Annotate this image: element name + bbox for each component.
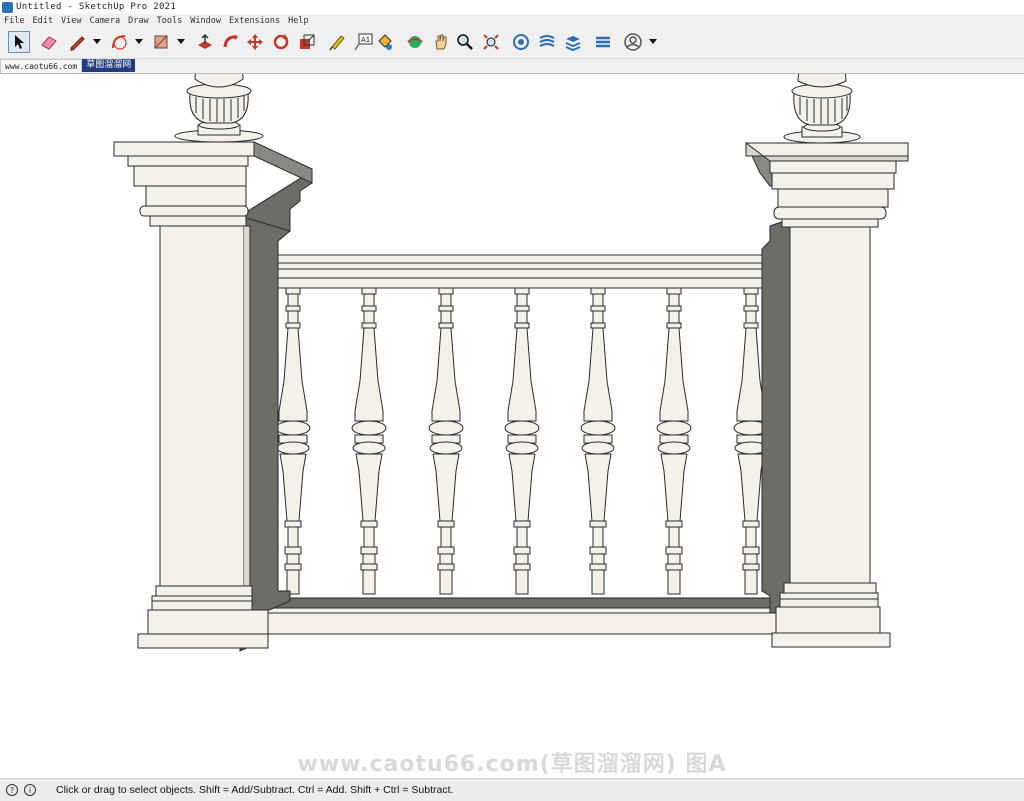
menu-file[interactable]: File [0, 16, 28, 26]
chevron-down-icon [93, 39, 101, 44]
extension-manager-icon [596, 36, 610, 48]
select-tool-button[interactable] [8, 31, 30, 53]
menu-view[interactable]: View [57, 16, 85, 26]
push-pull-icon [198, 33, 212, 49]
orbit-icon [407, 36, 423, 48]
balustrade-model [113, 74, 909, 652]
menu-bar: File Edit View Camera Draw Tools Window … [0, 14, 1024, 28]
account-icon [624, 33, 642, 51]
rectangle-tool-button[interactable] [150, 31, 172, 53]
pan-tool-button[interactable] [430, 31, 452, 53]
3d-warehouse-icon [513, 34, 529, 50]
main-toolbar: A1 [0, 28, 1024, 59]
layout-button[interactable] [562, 31, 584, 53]
help-icon[interactable]: ? [6, 784, 18, 796]
rotate-tool-button[interactable] [270, 31, 292, 53]
eraser-icon [41, 36, 57, 50]
window-title: Untitled - SketchUp Pro 2021 [16, 2, 177, 12]
zoom-icon [457, 34, 473, 50]
menu-help[interactable]: Help [284, 16, 312, 26]
info-icon[interactable]: i [24, 784, 36, 796]
watermark: www.caotu66.com(草图溜溜网) 图A [297, 752, 727, 777]
chevron-down-icon [135, 39, 143, 44]
rotate-icon [273, 34, 289, 50]
move-tool-button[interactable] [244, 31, 266, 53]
zoom-tool-button[interactable] [454, 31, 476, 53]
rectangle-dropdown[interactable] [176, 31, 186, 53]
text-tool-label: A1 [361, 36, 370, 44]
eraser-tool-button[interactable] [38, 31, 60, 53]
arc-tool-button[interactable] [108, 31, 130, 53]
line-tool-button[interactable] [66, 31, 88, 53]
arc-dropdown[interactable] [134, 31, 144, 53]
menu-camera[interactable]: Camera [85, 16, 124, 26]
chevron-down-icon [177, 39, 185, 44]
scale-icon [300, 34, 315, 49]
paint-bucket-icon [378, 34, 392, 50]
scene-tab-site-name[interactable]: 草图溜溜网 [82, 59, 136, 72]
zoom-extents-icon [483, 34, 499, 50]
account-dropdown[interactable] [648, 31, 658, 53]
text-tool-button[interactable]: A1 [352, 31, 374, 53]
menu-window[interactable]: Window [186, 16, 225, 26]
menu-draw[interactable]: Draw [124, 16, 152, 26]
menu-edit[interactable]: Edit [28, 16, 56, 26]
scale-tool-button[interactable] [296, 31, 318, 53]
orbit-tool-button[interactable] [404, 31, 426, 53]
menu-extensions[interactable]: Extensions [225, 16, 284, 26]
sketchup-logo-icon [2, 1, 13, 13]
status-bar: ? i Click or drag to select objects. Shi… [0, 778, 1024, 801]
select-icon [15, 35, 24, 49]
extension-warehouse-button[interactable] [536, 31, 558, 53]
move-icon [247, 34, 263, 50]
layout-icon [565, 36, 581, 51]
line-dropdown[interactable] [92, 31, 102, 53]
tape-measure-icon [329, 35, 345, 51]
tape-measure-tool-button[interactable] [326, 31, 348, 53]
extension-warehouse-icon [539, 35, 555, 47]
zoom-extents-tool-button[interactable] [480, 31, 502, 53]
pencil-line-icon [70, 36, 85, 51]
menu-tools[interactable]: Tools [153, 16, 187, 26]
rectangle-icon [154, 35, 168, 49]
account-button[interactable] [622, 31, 644, 53]
follow-me-tool-button[interactable] [220, 31, 242, 53]
pan-icon [435, 34, 447, 50]
push-pull-tool-button[interactable] [194, 31, 216, 53]
scene-tab-website[interactable]: www.caotu66.com [0, 59, 83, 73]
extension-manager-button[interactable] [592, 31, 614, 53]
scene-tabs: www.caotu66.com 草图溜溜网 [0, 59, 136, 73]
text-icon: A1 [354, 33, 373, 51]
title-bar: Untitled - SketchUp Pro 2021 [0, 0, 1024, 15]
model-viewport[interactable]: www.caotu66.com(草图溜溜网) 图A [0, 73, 1024, 779]
arc-icon [112, 35, 127, 50]
follow-me-icon [223, 35, 238, 48]
status-text: Click or drag to select objects. Shift =… [56, 784, 454, 796]
chevron-down-icon [649, 39, 657, 44]
paint-bucket-tool-button[interactable] [374, 31, 396, 53]
3d-warehouse-button[interactable] [510, 31, 532, 53]
